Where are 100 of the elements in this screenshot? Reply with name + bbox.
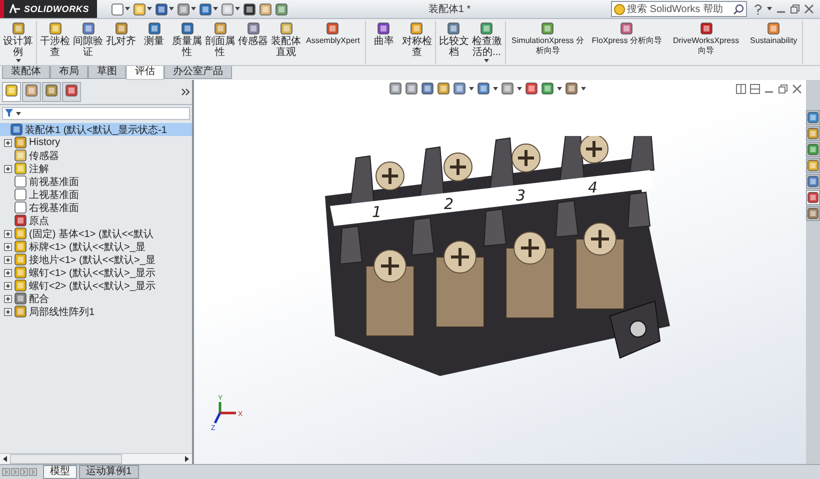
tool-icon bbox=[280, 22, 292, 35]
tree-item[interactable]: 注解 bbox=[0, 162, 192, 175]
ribbon-button[interactable]: 曲率 bbox=[368, 21, 400, 64]
ribbon-button[interactable]: DriveWorksXpress 向导 bbox=[666, 21, 746, 64]
scroll-right-icon[interactable] bbox=[184, 455, 190, 463]
close-icon[interactable] bbox=[792, 84, 802, 94]
caret-icon[interactable] bbox=[213, 7, 218, 11]
search-icon[interactable] bbox=[733, 4, 744, 14]
ribbon-button[interactable]: 装配体直观 bbox=[270, 21, 302, 64]
tree-item-label: 注解 bbox=[29, 162, 49, 176]
panel-tab[interactable] bbox=[62, 82, 81, 102]
ribbon-button[interactable]: 设计算例 bbox=[2, 21, 34, 64]
split-view-icon[interactable] bbox=[736, 84, 746, 94]
ribbon-button[interactable]: SimulationXpress 分析向导 bbox=[508, 21, 588, 64]
caret-icon[interactable] bbox=[169, 7, 174, 11]
ribbon-button[interactable]: 对称检查 bbox=[400, 21, 433, 64]
command-tab[interactable]: 办公室产品 bbox=[164, 66, 232, 79]
caret-icon bbox=[484, 59, 490, 63]
caret-icon[interactable] bbox=[580, 86, 586, 90]
caret-icon[interactable] bbox=[556, 86, 562, 90]
tool-icon bbox=[377, 22, 390, 35]
tree-item-label: 右视基准面 bbox=[29, 202, 79, 214]
tree-item-label: 原点 bbox=[29, 214, 49, 228]
tool-icon bbox=[48, 22, 62, 35]
ribbon-button[interactable]: 孔对齐 bbox=[105, 21, 137, 64]
horizontal-scrollbar[interactable] bbox=[0, 453, 192, 464]
caret-icon[interactable] bbox=[125, 7, 130, 11]
command-tab[interactable]: 评估 bbox=[126, 66, 164, 80]
ribbon-button[interactable]: FloXpress 分析向导 bbox=[588, 21, 666, 64]
tree-item[interactable]: (固定) 基体<1> (默认<<默认 bbox=[0, 227, 192, 240]
restore-icon[interactable] bbox=[778, 84, 788, 94]
ribbon-button[interactable]: 干涉检查 bbox=[39, 21, 71, 64]
ribbon-button[interactable]: AssemblyXpert bbox=[303, 21, 363, 64]
bottom-tab[interactable]: 运动算例1 bbox=[79, 465, 139, 479]
bottom-tab[interactable]: 模型 bbox=[43, 465, 77, 479]
ribbon-button[interactable]: 质量属性 bbox=[171, 21, 203, 64]
tree-item[interactable]: 传感器 bbox=[0, 149, 192, 162]
ribbon-button[interactable]: 间隙验证 bbox=[72, 21, 104, 64]
tree-item[interactable]: 螺钉<2> (默认<<默认>_显示 bbox=[0, 279, 192, 292]
panel-tab[interactable] bbox=[2, 82, 21, 102]
tree-item-label: 上视基准面 bbox=[29, 188, 79, 202]
ribbon-button[interactable]: 传感器 bbox=[237, 21, 269, 64]
tree-item[interactable]: 配合 bbox=[0, 292, 192, 305]
split-view-icon[interactable] bbox=[750, 84, 760, 94]
tree-item[interactable]: 局部线性阵列1 bbox=[0, 305, 192, 318]
tree-item[interactable]: 螺钉<1> (默认<<默认>_显示 bbox=[0, 266, 192, 279]
ribbon-button[interactable]: 测量 bbox=[138, 21, 170, 64]
command-tab[interactable]: 草图 bbox=[88, 66, 126, 79]
help-icon[interactable] bbox=[753, 4, 763, 14]
scrollbar-thumb[interactable] bbox=[10, 454, 122, 464]
caret-icon[interactable] bbox=[468, 86, 474, 90]
filter-icon bbox=[5, 109, 15, 118]
ribbon-button[interactable]: 检查激活的... bbox=[470, 21, 503, 64]
expand-toggle-icon[interactable] bbox=[4, 164, 12, 172]
tool-icon bbox=[82, 22, 94, 35]
close-icon[interactable] bbox=[804, 4, 814, 14]
tool-icon bbox=[447, 22, 460, 35]
tree-item[interactable]: 右视基准面 bbox=[0, 201, 192, 214]
expand-chevron-icon[interactable] bbox=[181, 88, 190, 96]
ribbon-button[interactable]: 比较文档 bbox=[438, 21, 470, 64]
ribbon-button[interactable]: Sustainability bbox=[747, 21, 800, 64]
search-field[interactable]: 搜索 SolidWorks 帮助 bbox=[611, 1, 747, 17]
tool-icon bbox=[767, 22, 780, 35]
expand-toggle-icon[interactable] bbox=[4, 268, 12, 276]
panel-tab[interactable] bbox=[22, 82, 41, 102]
tree-item-label: 标牌<1> (默认<<默认>_显 bbox=[29, 240, 146, 254]
tree-item[interactable]: 标牌<1> (默认<<默认>_显 bbox=[0, 240, 192, 253]
expand-toggle-icon[interactable] bbox=[4, 308, 12, 316]
tree-item-label: 螺钉<1> (默认<<默认>_显示 bbox=[29, 266, 156, 280]
ribbon-button[interactable]: 剖面属性 bbox=[204, 21, 236, 64]
restore-icon[interactable] bbox=[790, 4, 800, 14]
caret-icon[interactable] bbox=[767, 7, 772, 11]
tree-item-label: (固定) 基体<1> (默认<<默认 bbox=[29, 228, 154, 240]
tree-item[interactable]: History bbox=[0, 136, 192, 149]
tree-item[interactable]: 接地片<1> (默认<<默认>_显 bbox=[0, 253, 192, 266]
expand-toggle-icon[interactable] bbox=[4, 256, 12, 264]
tree-item[interactable]: 上视基准面 bbox=[0, 188, 192, 201]
expand-toggle-icon[interactable] bbox=[4, 282, 12, 290]
caret-icon[interactable] bbox=[147, 7, 152, 11]
caret-icon[interactable] bbox=[235, 7, 240, 11]
command-tab[interactable]: 装配体 bbox=[2, 66, 50, 79]
tool-icon bbox=[700, 22, 713, 35]
caret-icon bbox=[16, 112, 21, 116]
expand-toggle-icon[interactable] bbox=[4, 294, 12, 302]
caret-icon[interactable] bbox=[492, 86, 498, 90]
panel-tab[interactable] bbox=[42, 82, 61, 102]
expand-toggle-icon[interactable] bbox=[4, 242, 12, 250]
caret-icon[interactable] bbox=[191, 7, 196, 11]
tree-item[interactable]: 原点 bbox=[0, 214, 192, 227]
caret-icon[interactable] bbox=[516, 86, 522, 90]
terminal-number: 1 bbox=[372, 202, 382, 221]
terminal-number: 3 bbox=[516, 186, 526, 204]
expand-toggle-icon[interactable] bbox=[4, 230, 12, 238]
command-tab[interactable]: 布局 bbox=[50, 66, 88, 79]
tree-item[interactable]: 装配体1 (默认<默认_显示状态-1 bbox=[0, 123, 192, 136]
filter-field[interactable] bbox=[2, 107, 190, 120]
expand-toggle-icon[interactable] bbox=[4, 138, 12, 146]
tree-item[interactable]: 前视基准面 bbox=[0, 175, 192, 188]
tree-item-label: 局部线性阵列1 bbox=[29, 306, 95, 318]
scroll-left-icon[interactable] bbox=[2, 455, 8, 463]
